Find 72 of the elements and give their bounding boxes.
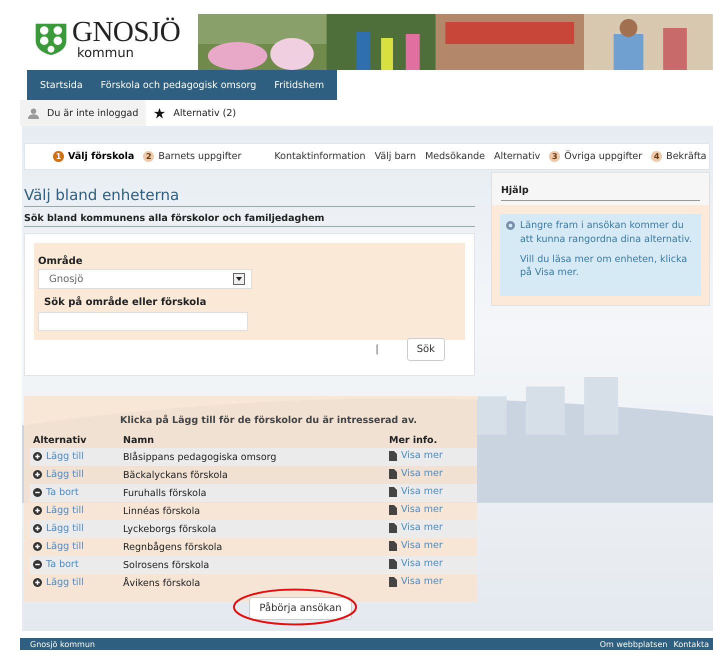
step-number: 4 (651, 151, 662, 162)
document-icon (389, 558, 397, 569)
table-cell: Bäckalyckans förskola (120, 466, 386, 484)
info-link[interactable]: Visa mer (401, 576, 443, 588)
text-cursor: | (375, 344, 379, 355)
area-dropdown[interactable]: Gnosjö (38, 269, 252, 289)
document-icon (389, 486, 397, 497)
search-button[interactable]: Sök (406, 338, 445, 361)
action-link[interactable]: Lägg till (46, 504, 84, 516)
step-tab[interactable]: 4 Bekräfta (651, 151, 706, 162)
document-icon (389, 522, 397, 533)
help-text: Vill du läsa mer om enheten, klicka på Visa mer. (520, 252, 688, 280)
step-number: 1 (53, 151, 64, 162)
table-cell: Linnéas förskola (120, 502, 386, 520)
plus-circle-icon (33, 524, 42, 532)
step-number: 3 (549, 151, 560, 162)
section-subtitle: Sök bland kommunens alla förskolor och familjedaghem (24, 207, 475, 227)
table-cell: Regnbågens förskola (120, 538, 386, 556)
document-icon (389, 540, 397, 551)
document-icon (389, 504, 397, 515)
user-icon (28, 108, 39, 118)
step-tab[interactable]: Alternativ (494, 151, 540, 162)
info-link[interactable]: Visa mer (401, 504, 443, 516)
document-icon (389, 468, 397, 479)
table-cell: Åvikens förskola (120, 574, 386, 592)
plus-circle-icon (33, 578, 42, 586)
search-input[interactable] (38, 312, 248, 331)
start-application-button[interactable]: Påbörja ansökan (249, 597, 352, 620)
nav-link[interactable]: Förskola och pedagogisk omsorg (92, 80, 266, 90)
logo-subtitle: kommun (77, 47, 135, 60)
info-link[interactable]: Visa mer (401, 540, 443, 552)
tab-label: Alternativ (2) (173, 108, 236, 118)
plus-circle-icon (33, 470, 42, 478)
instruction-text: Klicka på Lägg till för de förskolor du är intresserad av. (119, 415, 418, 426)
star-icon (154, 108, 166, 118)
minus-circle-icon (33, 560, 42, 568)
footer-link[interactable]: Kontakta (673, 640, 709, 648)
nav-link[interactable]: Startsida (31, 80, 92, 90)
help-text: Längre fram i ansökan kommer du att kunna rangordna dina alternativ. (520, 219, 694, 247)
field-label: Sök på område eller förskola (44, 297, 208, 308)
help-title: Hjälp (500, 185, 700, 201)
shield-icon (34, 21, 68, 57)
step-tab[interactable]: Kontaktinformation (274, 151, 366, 162)
step-tab[interactable]: 3 Övriga uppgifter (549, 151, 642, 162)
logo-wordmark: GNOSJÖ (72, 18, 180, 47)
plus-circle-icon (33, 506, 42, 514)
minus-circle-icon (33, 488, 42, 496)
table-cell: Furuhalls förskola (120, 484, 386, 502)
footer-text: Gnosjö kommun (30, 640, 95, 648)
plus-circle-icon (33, 542, 42, 550)
section-title: Välj bland enheterna (24, 186, 475, 207)
column-header: Alternativ (30, 435, 120, 448)
step-tab[interactable]: Välj barn (374, 151, 416, 162)
column-header: Namn (120, 435, 386, 448)
table-cell: Blåsippans pedagogiska omsorg (120, 448, 386, 466)
nav-link[interactable]: Fritidshem (265, 80, 334, 90)
document-icon (389, 450, 397, 461)
footer-link[interactable]: Om webbplatsen (600, 640, 668, 648)
action-link[interactable]: Lägg till (46, 540, 84, 552)
step-tab[interactable]: Medsökande (425, 151, 485, 162)
step-number: 2 (143, 151, 154, 162)
document-icon (389, 576, 397, 587)
action-link[interactable]: Lägg till (46, 576, 84, 588)
step-tab[interactable]: 1 Välj förskola (53, 151, 134, 162)
table-cell: Lyckeborgs förskola (120, 520, 386, 538)
tab-label: Du är inte inloggad (47, 108, 138, 118)
table-cell: Solrosens förskola (120, 556, 386, 574)
info-icon (506, 221, 515, 230)
column-header: Mer info. (386, 435, 477, 448)
step-tab[interactable]: 2 Barnets uppgifter (143, 151, 242, 162)
plus-circle-icon (33, 452, 42, 460)
field-label: Område (38, 256, 84, 267)
